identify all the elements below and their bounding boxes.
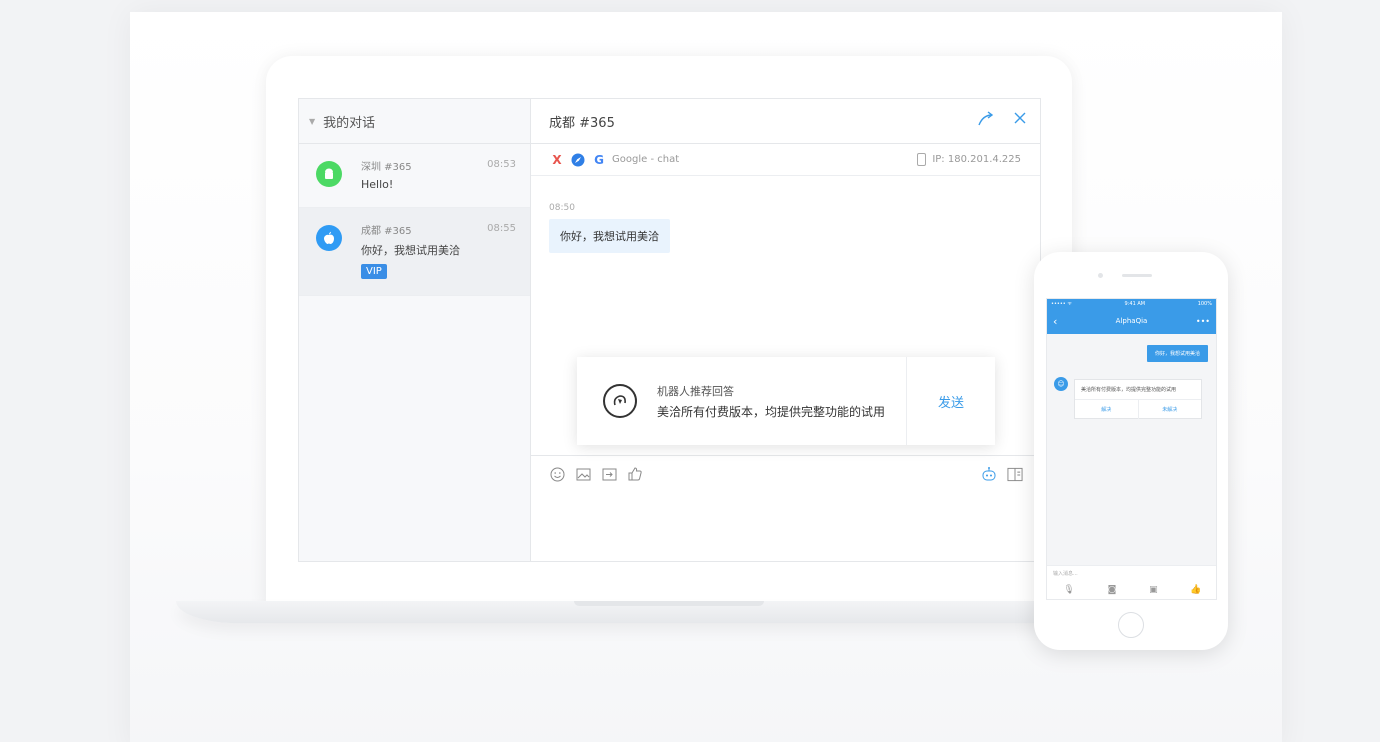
phone-bot-card: 美洽所有付费版本，均提供完整功能的试用 解决 未解决 bbox=[1074, 379, 1202, 419]
phone-user-message: 你好，我想试用美洽 bbox=[1146, 345, 1208, 362]
microphone-icon[interactable]: 🎙 bbox=[1063, 585, 1074, 595]
phone-message-input[interactable]: 输入消息... bbox=[1047, 566, 1216, 581]
thumbs-up-icon[interactable]: 👍 bbox=[1190, 585, 1201, 595]
conversation-time: 08:55 bbox=[487, 223, 516, 234]
robot-suggestion-title: 机器人推荐回答 bbox=[657, 385, 734, 398]
phone-mockup: ••••• ᯤ 9:41 AM 100% ‹ AlphaQia ••• 你好，我… bbox=[1034, 252, 1228, 650]
vip-badge: VIP bbox=[361, 264, 387, 279]
visitor-ip: IP: 180.201.4.225 bbox=[932, 154, 1021, 165]
conversation-preview: Hello! bbox=[361, 178, 394, 191]
laptop-notch bbox=[574, 601, 764, 606]
send-button[interactable]: 发送 bbox=[906, 357, 995, 445]
mobile-device-icon bbox=[917, 153, 927, 166]
conversation-item[interactable]: 成都 #365 08:55 你好，我想试用美洽 VIP bbox=[299, 208, 530, 296]
conversation-sidebar: ▼ 我的对话 深圳 #365 08:53 Hello! 成都 #365 08:5… bbox=[299, 99, 531, 561]
safari-icon bbox=[570, 152, 586, 168]
phone-status-bar: ••••• ᯤ 9:41 AM 100% bbox=[1047, 299, 1216, 308]
conversation-list-title: 我的对话 bbox=[323, 115, 376, 131]
conversation-item[interactable]: 深圳 #365 08:53 Hello! bbox=[299, 144, 530, 208]
image-icon[interactable]: ▣ bbox=[1149, 585, 1158, 595]
robot-logo-icon bbox=[603, 384, 637, 418]
visitor-info-bar: X G Google - chat IP: 180.201.4.225 bbox=[531, 144, 1040, 176]
message-composer[interactable] bbox=[531, 455, 1040, 561]
chat-panel: 成都 #365 X G Google - chat IP: 180.201.4.… bbox=[531, 99, 1040, 561]
conversation-list-header[interactable]: ▼ 我的对话 bbox=[299, 99, 530, 144]
chat-title: 成都 #365 bbox=[549, 115, 615, 131]
more-icon[interactable]: ••• bbox=[1196, 317, 1210, 326]
signal-indicator: ••••• ᯤ bbox=[1051, 300, 1072, 307]
x-icon: X bbox=[552, 152, 562, 167]
robot-suggestion-text: 美洽所有付费版本，均提供完整功能的试用 bbox=[657, 405, 886, 419]
file-transfer-icon[interactable] bbox=[601, 466, 617, 482]
message-time: 08:50 bbox=[549, 203, 575, 213]
message-list: 08:50 你好，我想试用美洽 bbox=[549, 203, 670, 253]
thumbs-up-icon[interactable] bbox=[627, 466, 643, 482]
phone-input-area[interactable]: 输入消息... 🎙 ◙ ▣ 👍 bbox=[1047, 565, 1216, 599]
robot-icon[interactable] bbox=[981, 466, 997, 482]
knowledge-base-icon[interactable] bbox=[1007, 466, 1023, 482]
image-icon[interactable] bbox=[575, 466, 591, 482]
apple-icon bbox=[316, 225, 342, 251]
phone-bot-avatar-icon: ☺ bbox=[1054, 377, 1068, 391]
visitor-source: Google - chat bbox=[612, 154, 680, 165]
close-icon[interactable] bbox=[1013, 111, 1027, 131]
resolved-button[interactable]: 解决 bbox=[1075, 400, 1138, 419]
phone-bot-message: 美洽所有付费版本，均提供完整功能的试用 bbox=[1075, 380, 1201, 400]
battery-indicator: 100% bbox=[1197, 300, 1212, 307]
camera-icon[interactable]: ◙ bbox=[1108, 585, 1117, 595]
status-time: 9:41 AM bbox=[1124, 300, 1146, 307]
phone-screen: ••••• ᯤ 9:41 AM 100% ‹ AlphaQia ••• 你好，我… bbox=[1046, 298, 1217, 600]
message-bubble: 你好，我想试用美洽 bbox=[549, 219, 670, 253]
phone-chat-title: AlphaQia bbox=[1115, 317, 1148, 325]
robot-suggestion-card: 机器人推荐回答 美洽所有付费版本，均提供完整功能的试用 发送 bbox=[577, 357, 995, 445]
chat-header: 成都 #365 bbox=[531, 99, 1040, 144]
emoji-icon[interactable] bbox=[549, 466, 565, 482]
transfer-icon[interactable] bbox=[977, 111, 995, 131]
chat-app-window: ▼ 我的对话 深圳 #365 08:53 Hello! 成都 #365 08:5… bbox=[298, 98, 1041, 562]
phone-speaker bbox=[1122, 274, 1152, 277]
google-icon: G bbox=[594, 152, 604, 167]
conversation-preview: 你好，我想试用美洽 bbox=[361, 244, 460, 257]
caret-down-icon[interactable]: ▼ bbox=[309, 117, 315, 126]
back-icon[interactable]: ‹ bbox=[1053, 315, 1057, 328]
unresolved-button[interactable]: 未解决 bbox=[1137, 400, 1202, 419]
phone-nav-bar: ‹ AlphaQia ••• bbox=[1047, 308, 1216, 334]
phone-camera bbox=[1098, 273, 1103, 278]
conversation-time: 08:53 bbox=[487, 159, 516, 170]
home-button[interactable] bbox=[1118, 612, 1144, 638]
android-icon bbox=[316, 161, 342, 187]
